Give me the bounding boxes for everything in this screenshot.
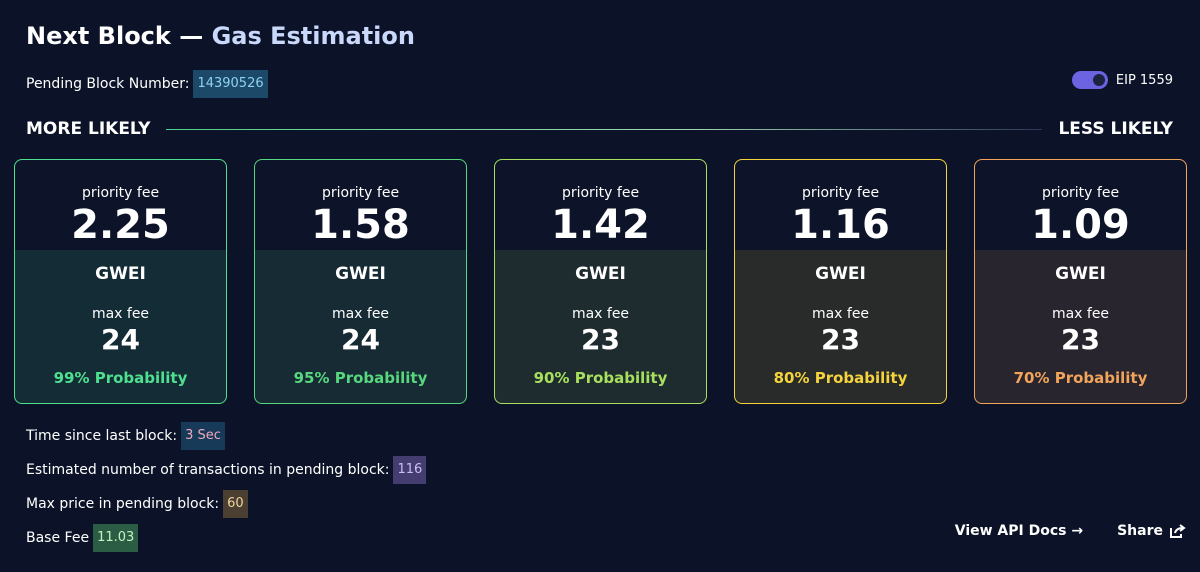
fee-card-top: priority fee 2.25 bbox=[15, 160, 226, 250]
unit-label: GWEI bbox=[335, 264, 386, 284]
max-fee-label: max fee bbox=[571, 306, 630, 322]
unit-label: GWEI bbox=[1055, 264, 1106, 284]
api-docs-label: View API Docs → bbox=[954, 523, 1084, 539]
title-accent: Gas Estimation bbox=[211, 22, 415, 50]
priority-fee-value: 1.09 bbox=[1031, 202, 1130, 248]
eip-1559-toggle[interactable]: EIP 1559 bbox=[1071, 71, 1173, 89]
time-since-label: Time since last block: bbox=[26, 428, 178, 444]
likelihood-divider bbox=[166, 128, 1043, 130]
fee-card[interactable]: priority fee 1.42 GWEI max fee 23 90% Pr… bbox=[494, 159, 707, 404]
page-title: Next Block — Gas Estimation bbox=[26, 22, 415, 50]
priority-fee-label: priority fee bbox=[1041, 185, 1120, 201]
max-price: Max price in pending block: 60 bbox=[26, 490, 426, 518]
fee-cards: priority fee 2.25 GWEI max fee 24 99% Pr… bbox=[14, 159, 1187, 404]
more-likely-label: MORE LIKELY bbox=[26, 119, 151, 139]
priority-fee-label: priority fee bbox=[801, 185, 880, 201]
tx-count-label: Estimated number of transactions in pend… bbox=[26, 462, 390, 478]
fee-card-bottom: GWEI max fee 23 80% Probability bbox=[735, 250, 946, 403]
fee-card-top: priority fee 1.09 bbox=[975, 160, 1186, 250]
title-main: Next Block — bbox=[26, 22, 212, 50]
pending-block-label: Pending Block Number: bbox=[26, 76, 190, 92]
tx-count-value: 116 bbox=[393, 456, 427, 484]
time-since-last-block: Time since last block: 3 Sec bbox=[26, 422, 426, 450]
base-fee-label: Base Fee bbox=[26, 530, 90, 546]
fee-card[interactable]: priority fee 1.09 GWEI max fee 23 70% Pr… bbox=[974, 159, 1187, 404]
fee-card-top: priority fee 1.42 bbox=[495, 160, 706, 250]
probability-label: 80% Probability bbox=[773, 369, 908, 387]
priority-fee-value: 2.25 bbox=[71, 202, 170, 248]
fee-card-bottom: GWEI max fee 23 90% Probability bbox=[495, 250, 706, 403]
max-fee-value: 23 bbox=[821, 323, 860, 356]
block-stats: Time since last block: 3 Sec Estimated n… bbox=[26, 422, 427, 558]
max-fee-value: 23 bbox=[1061, 323, 1100, 356]
pending-block: Pending Block Number: 14390526 bbox=[26, 70, 268, 98]
less-likely-label: LESS LIKELY bbox=[1058, 119, 1173, 139]
fee-card[interactable]: priority fee 2.25 GWEI max fee 24 99% Pr… bbox=[14, 159, 227, 404]
likelihood-scale: MORE LIKELY LESS LIKELY bbox=[26, 117, 1173, 141]
unit-label: GWEI bbox=[575, 264, 626, 284]
toggle-knob bbox=[1092, 74, 1105, 86]
priority-fee-value: 1.42 bbox=[551, 202, 650, 248]
priority-fee-value: 1.58 bbox=[311, 202, 410, 248]
max-fee-value: 24 bbox=[101, 323, 140, 356]
fee-card-bottom: GWEI max fee 24 95% Probability bbox=[255, 250, 466, 403]
probability-label: 90% Probability bbox=[533, 369, 668, 387]
share-label: Share bbox=[1117, 523, 1163, 539]
eip-label: EIP 1559 bbox=[1115, 72, 1173, 88]
fee-card[interactable]: priority fee 1.58 GWEI max fee 24 95% Pr… bbox=[254, 159, 467, 404]
toggle-switch[interactable] bbox=[1071, 71, 1108, 89]
priority-fee-label: priority fee bbox=[81, 185, 160, 201]
priority-fee-label: priority fee bbox=[561, 185, 640, 201]
max-fee-label: max fee bbox=[811, 306, 870, 322]
share-icon bbox=[1170, 523, 1186, 538]
probability-label: 99% Probability bbox=[53, 369, 188, 387]
view-api-docs-link[interactable]: View API Docs → bbox=[955, 523, 1083, 539]
fee-card-bottom: GWEI max fee 24 99% Probability bbox=[15, 250, 226, 403]
max-fee-value: 23 bbox=[581, 323, 620, 356]
unit-label: GWEI bbox=[95, 264, 146, 284]
fee-card-top: priority fee 1.58 bbox=[255, 160, 466, 250]
priority-fee-value: 1.16 bbox=[791, 202, 890, 248]
max-fee-label: max fee bbox=[331, 306, 390, 322]
footer-links: View API Docs → Share bbox=[921, 523, 1186, 539]
max-price-value: 60 bbox=[223, 490, 248, 518]
base-fee: Base Fee 11.03 bbox=[26, 524, 426, 552]
max-price-label: Max price in pending block: bbox=[26, 496, 220, 512]
probability-label: 70% Probability bbox=[1013, 369, 1148, 387]
max-fee-label: max fee bbox=[91, 306, 150, 322]
pending-block-number: 14390526 bbox=[193, 70, 268, 98]
unit-label: GWEI bbox=[815, 264, 866, 284]
time-since-value: 3 Sec bbox=[181, 422, 225, 450]
fee-card[interactable]: priority fee 1.16 GWEI max fee 23 80% Pr… bbox=[734, 159, 947, 404]
share-button[interactable]: Share bbox=[1117, 523, 1186, 539]
fee-card-top: priority fee 1.16 bbox=[735, 160, 946, 250]
max-fee-label: max fee bbox=[1051, 306, 1110, 322]
max-fee-value: 24 bbox=[341, 323, 380, 356]
fee-card-bottom: GWEI max fee 23 70% Probability bbox=[975, 250, 1186, 403]
priority-fee-label: priority fee bbox=[321, 185, 400, 201]
probability-label: 95% Probability bbox=[293, 369, 428, 387]
tx-count: Estimated number of transactions in pend… bbox=[26, 456, 427, 484]
base-fee-value: 11.03 bbox=[93, 524, 139, 552]
